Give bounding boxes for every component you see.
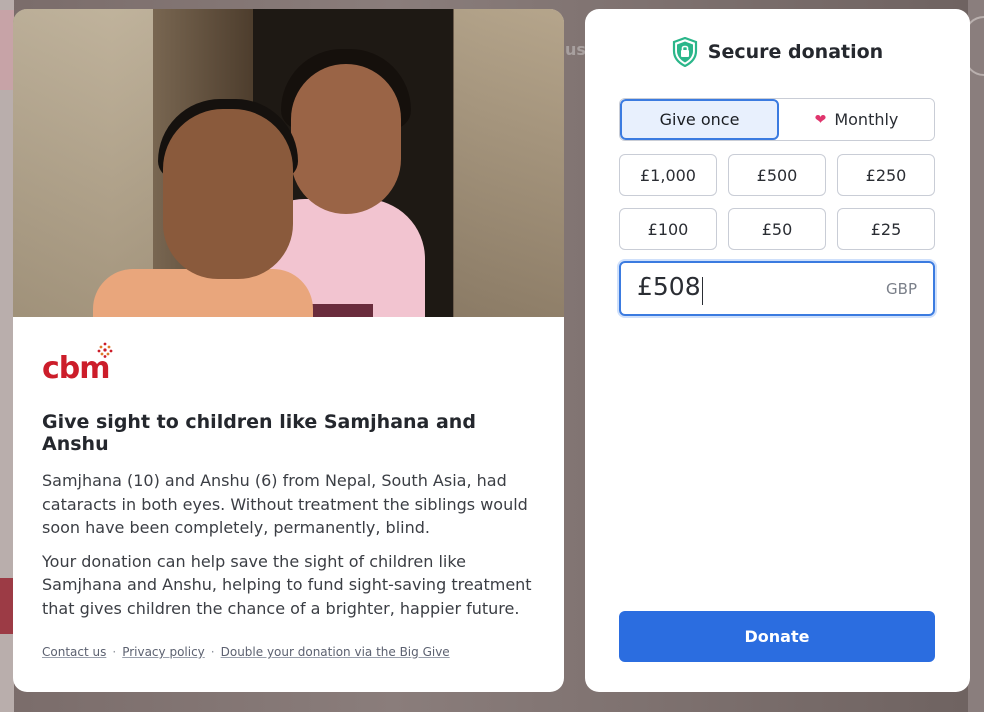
background-right-strip [964,0,984,712]
logo-text: cbm [42,351,111,386]
text-caret [701,276,703,305]
custom-amount-value: £508 [637,272,701,302]
give-once-button[interactable]: Give once [620,99,779,140]
campaign-title: Give sight to children like Samjhana and… [42,411,476,455]
campaign-paragraph: Your donation can help save the sight of… [42,551,532,618]
campaign-card: cbm Give sight to children like Samjhana… [13,9,564,692]
hero-photo [13,9,564,317]
contact-us-link[interactable]: Contact us [42,645,106,659]
custom-amount-input[interactable]: £508 GBP [619,261,935,316]
secure-donation-title: Secure donation [707,41,884,63]
shield-lock-icon [672,37,697,67]
secure-header: Secure donation [585,37,970,67]
campaign-body: cbm Give sight to children like Samjhana… [42,339,537,620]
amount-button[interactable]: £100 [619,208,717,250]
amount-button[interactable]: £1,000 [619,154,717,196]
footer-separator: · [210,645,215,659]
big-give-link[interactable]: Double your donation via the Big Give [221,645,450,659]
background-text: us [565,40,586,59]
amount-options: £1,000 £500 £250 £100 £50 £25 [619,154,935,250]
amount-button[interactable]: £50 [728,208,826,250]
currency-label: GBP [886,279,917,298]
amount-button[interactable]: £25 [837,208,935,250]
amount-button[interactable]: £500 [728,154,826,196]
cbm-logo: cbm [42,339,537,393]
frequency-toggle: Give once ❤ Monthly [619,98,935,141]
amount-button[interactable]: £250 [837,154,935,196]
monthly-button[interactable]: ❤ Monthly [779,99,934,140]
donate-button[interactable]: Donate [619,611,935,662]
footer-separator: · [112,645,117,659]
donation-card: Secure donation Give once ❤ Monthly £1,0… [585,9,970,692]
background-left-strip [0,0,14,712]
campaign-paragraph: Samjhana (10) and Anshu (6) from Nepal, … [42,471,528,537]
footer-links: Contact us · Privacy policy · Double your do… [42,645,450,659]
heart-icon: ❤ [814,111,827,128]
privacy-policy-link[interactable]: Privacy policy [122,645,205,659]
